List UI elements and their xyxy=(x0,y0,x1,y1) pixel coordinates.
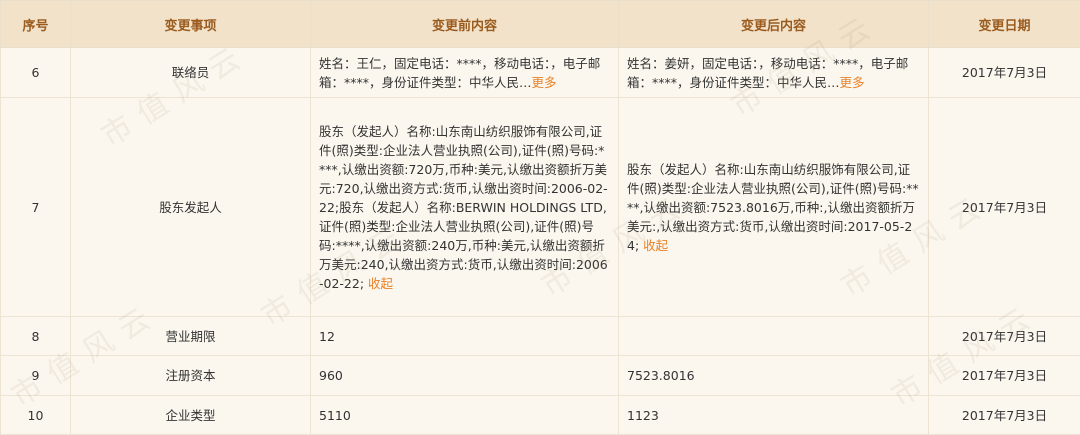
before-text: 姓名：王仁，固定电话：****，移动电话：，电子邮箱：****，身份证件类型：中… xyxy=(319,56,600,90)
table-header-row: 序号 变更事项 变更前内容 变更后内容 变更日期 xyxy=(1,1,1080,48)
cell-before: 960 xyxy=(311,356,619,396)
cell-after xyxy=(619,317,929,356)
header-date: 变更日期 xyxy=(929,1,1080,48)
before-text: 股东（发起人）名称:山东南山纺织服饰有限公司,证件(照)类型:企业法人营业执照(… xyxy=(319,124,608,291)
cell-after: 股东（发起人）名称:山东南山纺织服饰有限公司,证件(照)类型:企业法人营业执照(… xyxy=(619,98,929,317)
header-item: 变更事项 xyxy=(71,1,311,48)
cell-item: 股东发起人 xyxy=(71,98,311,317)
cell-after: 7523.8016 xyxy=(619,356,929,396)
cell-date: 2017年7月3日 xyxy=(929,48,1080,98)
cell-date: 2017年7月3日 xyxy=(929,98,1080,317)
cell-no: 6 xyxy=(1,48,71,98)
cell-after: 1123 xyxy=(619,396,929,435)
cell-date: 2017年7月3日 xyxy=(929,317,1080,356)
cell-date: 2017年7月3日 xyxy=(929,396,1080,435)
table-row: 8 营业期限 12 2017年7月3日 xyxy=(1,317,1080,356)
table-row: 10 企业类型 5110 1123 2017年7月3日 xyxy=(1,396,1080,435)
collapse-link[interactable]: 收起 xyxy=(368,276,393,291)
cell-before: 姓名：王仁，固定电话：****，移动电话：，电子邮箱：****，身份证件类型：中… xyxy=(311,48,619,98)
cell-item: 营业期限 xyxy=(71,317,311,356)
cell-no: 9 xyxy=(1,356,71,396)
cell-before: 股东（发起人）名称:山东南山纺织服饰有限公司,证件(照)类型:企业法人营业执照(… xyxy=(311,98,619,317)
more-link[interactable]: 更多 xyxy=(840,75,865,90)
cell-no: 10 xyxy=(1,396,71,435)
cell-after: 姓名：姜妍，固定电话：，移动电话：****，电子邮箱：****，身份证件类型：中… xyxy=(619,48,929,98)
cell-item: 注册资本 xyxy=(71,356,311,396)
collapse-link[interactable]: 收起 xyxy=(643,238,668,253)
change-record-table: 序号 变更事项 变更前内容 变更后内容 变更日期 6 联络员 姓名：王仁，固定电… xyxy=(0,0,1080,435)
cell-date: 2017年7月3日 xyxy=(929,356,1080,396)
cell-item: 企业类型 xyxy=(71,396,311,435)
header-before: 变更前内容 xyxy=(311,1,619,48)
header-no: 序号 xyxy=(1,1,71,48)
cell-no: 7 xyxy=(1,98,71,317)
table-row: 6 联络员 姓名：王仁，固定电话：****，移动电话：，电子邮箱：****，身份… xyxy=(1,48,1080,98)
after-text: 股东（发起人）名称:山东南山纺织服饰有限公司,证件(照)类型:企业法人营业执照(… xyxy=(627,162,919,253)
cell-no: 8 xyxy=(1,317,71,356)
cell-item: 联络员 xyxy=(71,48,311,98)
more-link[interactable]: 更多 xyxy=(532,75,557,90)
after-text: 姓名：姜妍，固定电话：，移动电话：****，电子邮箱：****，身份证件类型：中… xyxy=(627,56,908,90)
table-row: 7 股东发起人 股东（发起人）名称:山东南山纺织服饰有限公司,证件(照)类型:企… xyxy=(1,98,1080,317)
table-row: 9 注册资本 960 7523.8016 2017年7月3日 xyxy=(1,356,1080,396)
cell-before: 12 xyxy=(311,317,619,356)
header-after: 变更后内容 xyxy=(619,1,929,48)
cell-before: 5110 xyxy=(311,396,619,435)
